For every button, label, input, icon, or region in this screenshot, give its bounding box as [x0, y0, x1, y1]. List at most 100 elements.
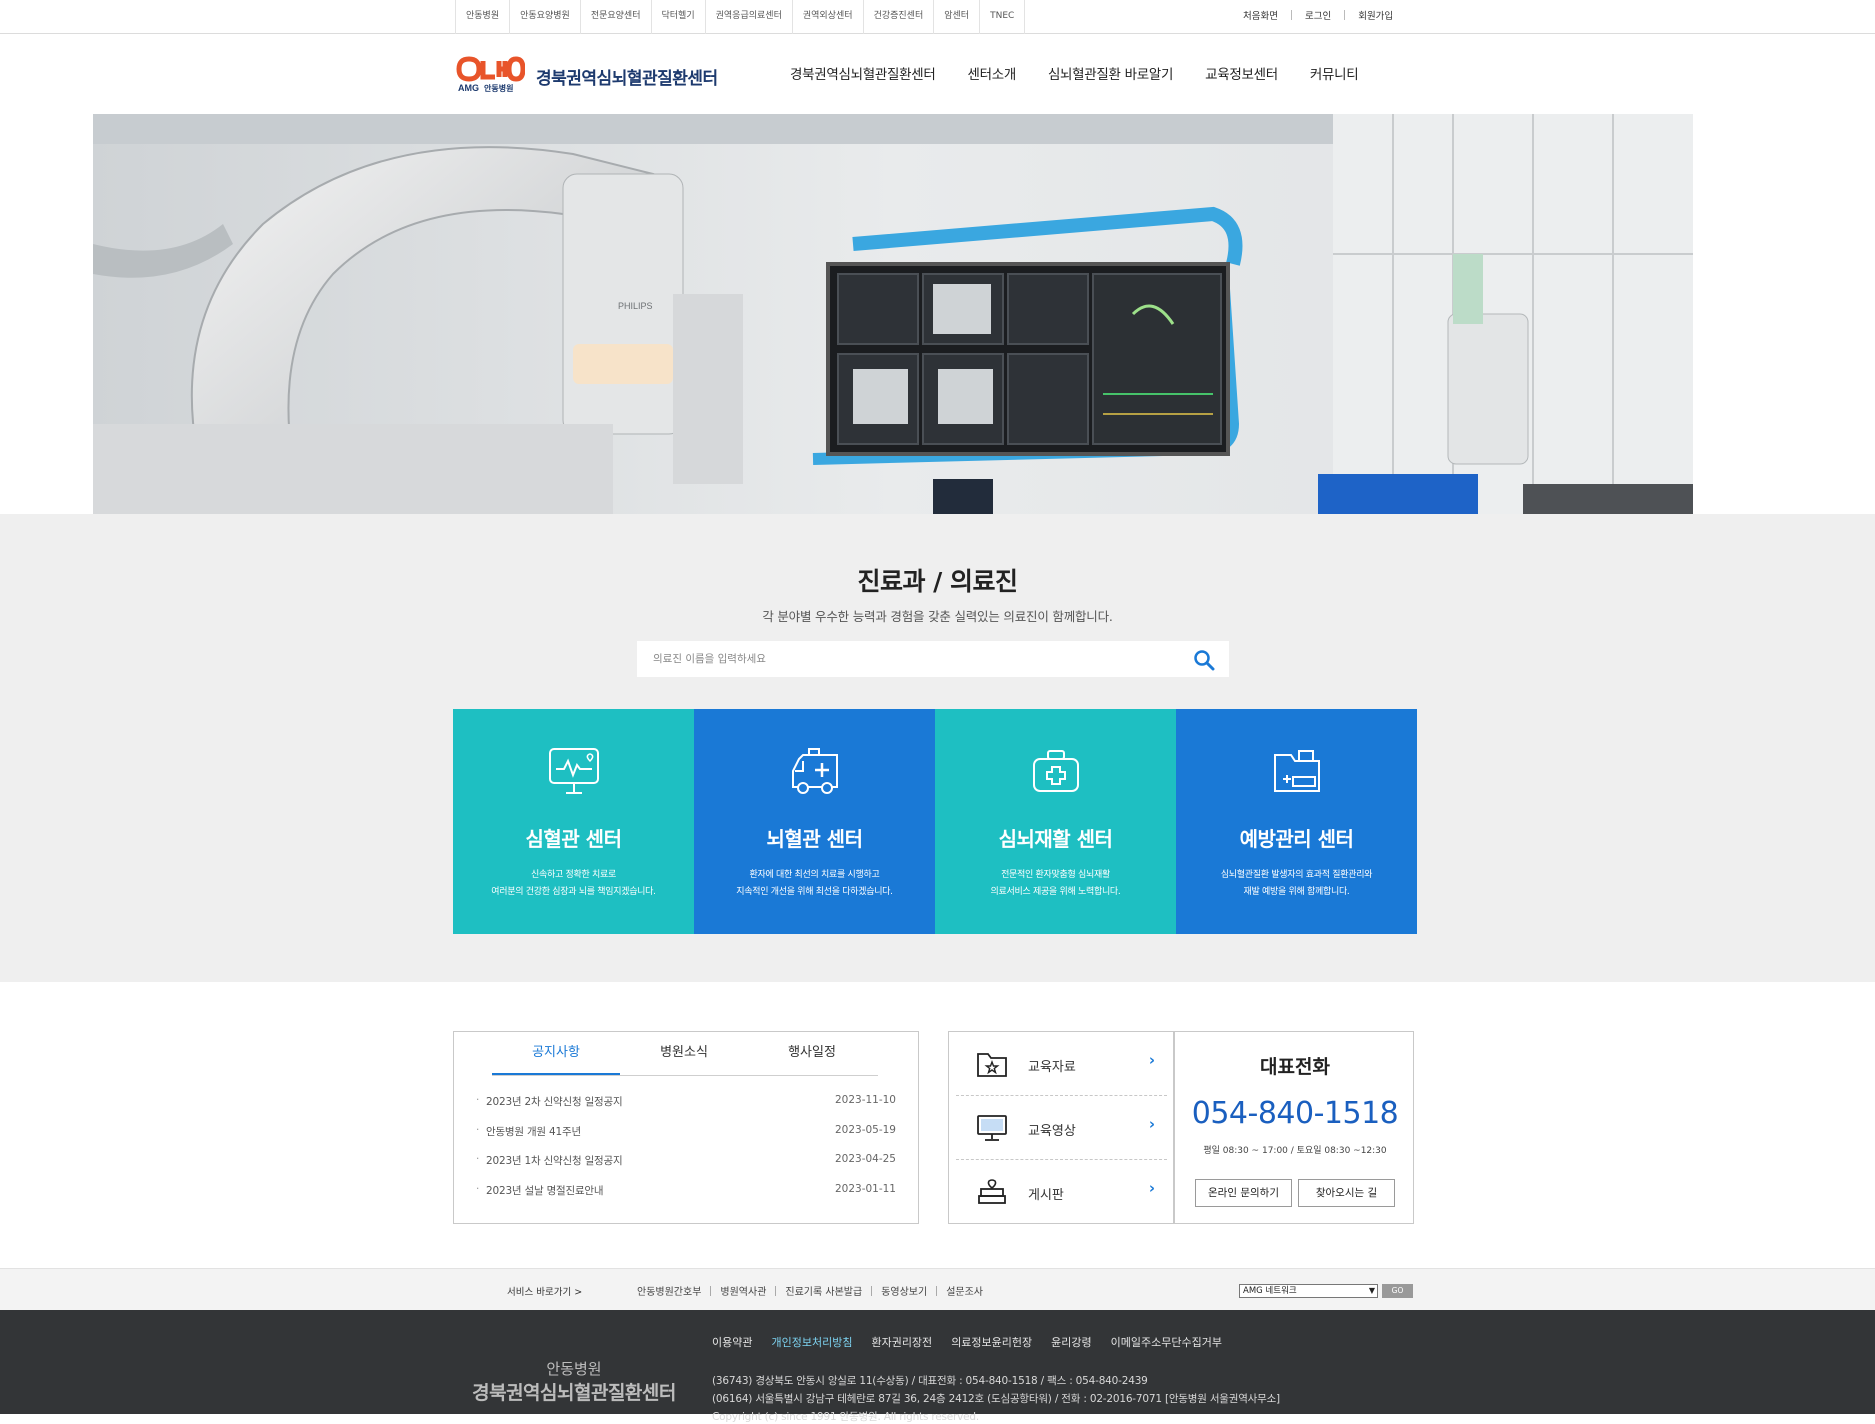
equipment-brand: PHILIPS — [618, 301, 653, 311]
card-description: 신속하고 정확한 치료로 여러분의 건강한 심장과 뇌를 책임지겠습니다. — [463, 867, 684, 901]
family-site-links: 안동병원 안동요양병원 전문요양센터 닥터헬기 권역응급의료센터 권역외상센터 … — [455, 0, 1026, 34]
network-select-value: AMG 네트워크 — [1243, 1286, 1297, 1296]
site-link-andong-hospital[interactable]: 안동병원 — [456, 0, 511, 34]
doctor-search-box — [637, 641, 1229, 677]
footer-logo-hospital: 안동병원 — [546, 1360, 602, 1378]
monitor-heartbeat-icon — [549, 748, 599, 794]
go-button[interactable]: GO — [1382, 1284, 1413, 1298]
service-link-records[interactable]: 진료기록 사본발급 — [776, 1283, 871, 1298]
notice-list: · 2023년 2차 신약신청 일정공지 2023-11-10 · 안동병원 개… — [476, 1094, 896, 1212]
bullet-icon: · — [476, 1123, 480, 1136]
monitor-icon — [977, 1115, 1007, 1141]
card-prevention-center[interactable]: 예방관리 센터 심뇌혈관질환 발생자의 효과적 질환관리와 재발 예방을 위해 … — [1176, 709, 1417, 934]
quick-link-education-materials[interactable]: 교육자료 › — [956, 1032, 1167, 1096]
nav-center-intro[interactable]: 센터소개 — [967, 63, 1016, 83]
service-link-nursing[interactable]: 안동병원간호부 — [628, 1283, 710, 1298]
site-link-care-center[interactable]: 전문요양센터 — [581, 0, 652, 34]
service-link-videos[interactable]: 동영상보기 — [872, 1283, 936, 1298]
svg-text:안동병원: 안동병원 — [484, 83, 513, 93]
online-inquiry-button[interactable]: 온라인 문의하기 — [1195, 1179, 1292, 1207]
site-link-nursing-hospital[interactable]: 안동요양병원 — [510, 0, 581, 34]
list-item[interactable]: · 2023년 설날 명절진료안내 2023-01-11 — [476, 1183, 896, 1213]
section-subtitle: 각 분야별 우수한 능력과 경험을 갖춘 실력있는 의료진이 함께합니다. — [762, 609, 1113, 624]
site-link-cancer-center[interactable]: 암센터 — [934, 0, 981, 34]
footer-link-privacy[interactable]: 개인정보처리방침 — [771, 1334, 852, 1350]
footer-link-terms[interactable]: 이용약관 — [712, 1334, 752, 1350]
footer-link-ethics-charter[interactable]: 의료정보윤리헌장 — [951, 1334, 1032, 1350]
card-description: 심뇌혈관질환 발생자의 효과적 질환관리와 재발 예방을 위해 함께합니다. — [1186, 867, 1407, 901]
card-title: 심혈관 센터 — [525, 827, 622, 851]
star-folder-icon — [977, 1053, 1007, 1077]
departments-section: 진료과 / 의료진 각 분야별 우수한 능력과 경험을 갖춘 실력있는 의료진이… — [0, 514, 1875, 982]
footer-link-patient-rights[interactable]: 환자권리장전 — [871, 1334, 932, 1350]
nav-center-home[interactable]: 경북권역심뇌혈관질환센터 — [790, 63, 936, 83]
doctor-search-input[interactable] — [637, 641, 1177, 677]
card-description-line: 신속하고 정확한 치료로 — [531, 870, 616, 880]
site-link-trauma-center[interactable]: 권역외상센터 — [793, 0, 864, 34]
notice-board: 공지사항 병원소식 행사일정 · 2023년 2차 신약신청 일정공지 2023… — [453, 1031, 919, 1224]
footer-address: (36743) 경상북도 안동시 앙실로 11(수상동) / 대표전화 : 05… — [712, 1375, 1148, 1387]
bullet-icon: · — [476, 1153, 480, 1165]
login-link[interactable]: 로그인 — [1292, 8, 1344, 22]
list-item[interactable]: · 안동병원 개원 41주년 2023-05-19 — [476, 1124, 896, 1154]
book-stack-icon — [978, 1179, 1006, 1204]
site-link-doctor-heli[interactable]: 닥터헬기 — [652, 0, 706, 34]
quick-link-label: 교육영상 — [1028, 1124, 1076, 1139]
search-icon[interactable] — [1193, 649, 1215, 671]
card-description-line: 재발 예방을 위해 함께합니다. — [1243, 887, 1350, 897]
business-hours: 평일 08:30 ~ 17:00 / 토요일 08:30 ~12:30 — [1203, 1146, 1387, 1156]
contact-box: 대표전화 054-840-1518 평일 08:30 ~ 17:00 / 토요일… — [1174, 1031, 1414, 1224]
nav-community[interactable]: 커뮤니티 — [1310, 63, 1359, 83]
top-utility-bar: 안동병원 안동요양병원 전문요양센터 닥터헬기 권역응급의료센터 권역외상센터 … — [0, 0, 1875, 34]
service-link-survey[interactable]: 설문조사 — [937, 1283, 992, 1298]
signup-link[interactable]: 회원가입 — [1345, 8, 1406, 22]
service-link-history[interactable]: 병원역사관 — [711, 1283, 775, 1298]
site-logo[interactable]: AMG 안동병원 경북권역심뇌혈관질환센터 — [455, 55, 745, 95]
card-cerebrovascular-center[interactable]: 뇌혈관 센터 환자에 대한 최선의 치료를 시행하고 지속적인 개선을 위해 최… — [694, 709, 935, 934]
svg-text:AMG: AMG — [458, 83, 479, 93]
notice-date: 2023-04-25 — [834, 1153, 896, 1165]
main-navigation: 경북권역심뇌혈관질환센터 센터소개 심뇌혈관질환 바로알기 교육정보센터 커뮤니… — [790, 63, 1390, 83]
tab-notices[interactable]: 공지사항 — [492, 1032, 620, 1075]
card-cardiovascular-center[interactable]: 심혈관 센터 신속하고 정확한 치료로 여러분의 건강한 심장과 뇌를 책임지겠… — [453, 709, 694, 934]
quick-link-label: 게시판 — [1028, 1188, 1064, 1203]
chevron-right-icon: › — [1148, 1115, 1155, 1133]
notice-title: 2023년 2차 신약신청 일정공지 — [486, 1096, 623, 1108]
network-select[interactable]: AMG 네트워크 ▼ — [1239, 1284, 1378, 1298]
chevron-down-icon: ▼ — [1368, 1286, 1375, 1295]
hero-banner-image: PHILIPS — [93, 114, 1693, 514]
site-link-tnec[interactable]: TNEC — [980, 0, 1026, 34]
notice-date: 2023-05-19 — [834, 1123, 896, 1136]
section-title: 진료과 / 의료진 — [857, 567, 1018, 596]
footer-link-code-of-ethics[interactable]: 윤리강령 — [1051, 1334, 1091, 1350]
angiography-room-image: PHILIPS — [93, 114, 1693, 514]
card-description: 전문적인 환자맞춤형 심뇌재활 의료서비스 제공을 위해 노력합니다. — [945, 867, 1166, 901]
card-title: 뇌혈관 센터 — [766, 827, 863, 851]
tab-hospital-news[interactable]: 병원소식 — [620, 1032, 748, 1075]
home-link[interactable]: 처음화면 — [1230, 8, 1291, 22]
quick-link-board[interactable]: 게시판 › — [956, 1160, 1167, 1224]
list-item[interactable]: · 2023년 1차 신약신청 일정공지 2023-04-25 — [476, 1153, 896, 1183]
ambulance-icon — [792, 748, 838, 794]
list-item[interactable]: · 2023년 2차 신약신청 일정공지 2023-11-10 — [476, 1094, 896, 1124]
site-link-emergency-center[interactable]: 권역응급의료센터 — [706, 0, 793, 34]
notice-title: 2023년 설날 명절진료안내 — [486, 1184, 604, 1197]
service-links: 안동병원간호부 병원역사관 진료기록 사본발급 동영상보기 설문조사 — [628, 1283, 992, 1298]
card-title: 예방관리 센터 — [1239, 827, 1354, 851]
footer-copyright: Copyright (c) since 1991 안동병원. All right… — [712, 1411, 980, 1423]
card-rehabilitation-center[interactable]: 심뇌재활 센터 전문적인 환자맞춤형 심뇌재활 의료서비스 제공을 위해 노력합… — [935, 709, 1176, 934]
nav-disease-info[interactable]: 심뇌혈관질환 바로알기 — [1048, 63, 1174, 83]
chevron-right-icon: › — [1148, 1179, 1155, 1197]
footer-address-seoul: (06164) 서울특별시 강남구 테헤란로 87길 36, 24층 2412호… — [712, 1393, 1280, 1405]
site-link-health-center[interactable]: 건강증진센터 — [864, 0, 935, 34]
site-footer: 이용약관 개인정보처리방침 환자권리장전 의료정보윤리헌장 윤리강령 이메일주소… — [0, 1310, 1875, 1423]
quick-link-education-videos[interactable]: 교육영상 › — [956, 1096, 1167, 1160]
bullet-icon: · — [476, 1182, 480, 1195]
nav-education[interactable]: 교육정보센터 — [1205, 63, 1278, 83]
directions-button[interactable]: 찾아오시는 길 — [1298, 1179, 1395, 1207]
service-shortcut-bar: 서비스 바로가기 > 안동병원간호부 병원역사관 진료기록 사본발급 동영상보기… — [0, 1268, 1875, 1310]
card-description: 환자에 대한 최선의 치료를 시행하고 지속적인 개선을 위해 최선을 다하겠습… — [704, 867, 925, 901]
tab-events[interactable]: 행사일정 — [748, 1032, 876, 1075]
footer-link-email-policy[interactable]: 이메일주소무단수집거부 — [1111, 1334, 1222, 1350]
amg-logo-icon: AMG 안동병원 — [456, 56, 525, 93]
